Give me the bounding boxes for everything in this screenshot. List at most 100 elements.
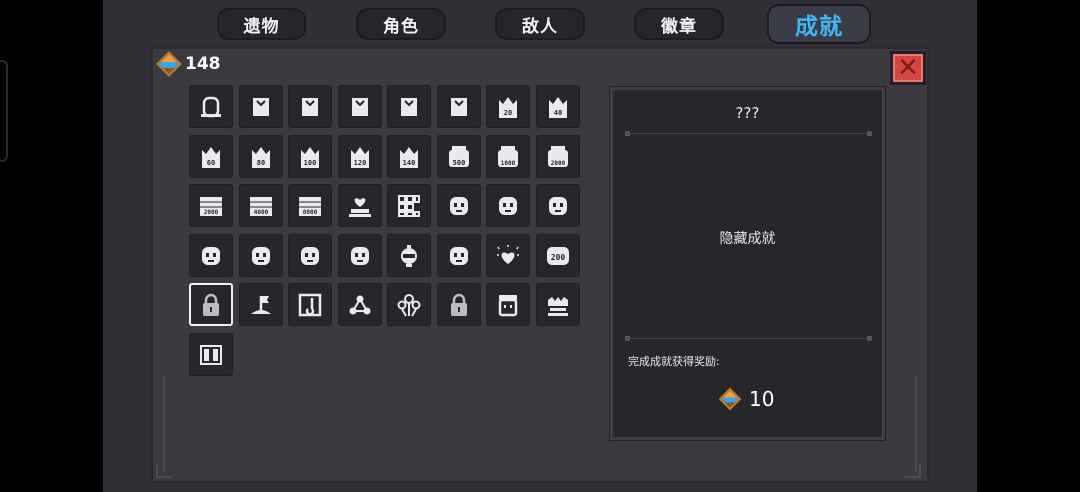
game-screen: 遗物 角色 敌人 徽章 成就 148 ✕ 20 40 60 80 100 120 140 500 100… [0, 0, 1080, 492]
currency-counter: 148 [156, 51, 221, 77]
flowers-icon [396, 292, 422, 318]
door-icon [198, 94, 224, 120]
block-face-icon [248, 243, 274, 269]
achievement-slot[interactable] [338, 283, 382, 326]
achievement-slot[interactable]: 60 [189, 135, 233, 178]
wall-badge-icon: 4000 [248, 193, 274, 219]
jar-face-icon [495, 292, 521, 318]
achievement-slot[interactable]: 500 [437, 135, 481, 178]
achievement-slot[interactable] [239, 85, 283, 128]
achievement-slot[interactable] [536, 184, 580, 227]
achievement-slot[interactable] [189, 85, 233, 128]
tab-5[interactable]: 成就 [767, 4, 871, 44]
achievement-slot[interactable] [387, 234, 431, 277]
achievement-slot[interactable] [387, 283, 431, 326]
achievement-slot[interactable] [437, 184, 481, 227]
crown-badge-icon: 80 [248, 144, 274, 170]
achievement-slot[interactable] [437, 85, 481, 128]
badge-level-3-icon [347, 94, 373, 120]
divider [625, 336, 872, 341]
music-note-icon [297, 292, 323, 318]
svg-text:200: 200 [551, 253, 566, 262]
tab-4[interactable]: 徽章 [634, 8, 724, 40]
svg-text:20: 20 [504, 109, 512, 117]
svg-text:120: 120 [354, 159, 367, 167]
tab-2[interactable]: 角色 [356, 8, 446, 40]
achievement-slot[interactable]: 80 [239, 135, 283, 178]
achievement-slot[interactable] [189, 234, 233, 277]
achievement-slot[interactable] [338, 85, 382, 128]
achievement-slot[interactable]: 20 [486, 85, 530, 128]
achievement-slot[interactable] [189, 283, 233, 326]
hooded-face-icon [297, 243, 323, 269]
achievement-slot[interactable]: 140 [387, 135, 431, 178]
tab-1[interactable]: 遗物 [217, 8, 306, 40]
bearded-face-icon [347, 243, 373, 269]
lock-icon [198, 292, 224, 318]
svg-text:140: 140 [403, 159, 416, 167]
crown-badge-icon: 40 [545, 94, 571, 120]
helmet-face-icon [545, 193, 571, 219]
achievement-slot[interactable] [536, 283, 580, 326]
close-icon: ✕ [897, 53, 919, 83]
achievement-slot[interactable] [387, 184, 431, 227]
wall-badge-icon: 8000 [297, 193, 323, 219]
reward-amount: 10 [749, 387, 775, 411]
heart-altar-icon [347, 193, 373, 219]
svg-text:60: 60 [207, 159, 215, 167]
reward-label: 完成成就获得奖励: [628, 355, 720, 368]
achievement-slot[interactable]: 100 [288, 135, 332, 178]
right-bezel [977, 0, 1080, 492]
counter-badge-icon: 200 [545, 243, 571, 269]
achievement-slot[interactable] [239, 283, 283, 326]
svg-text:500: 500 [453, 159, 466, 167]
crown-badge-icon: 60 [198, 144, 224, 170]
achievement-slot[interactable]: 120 [338, 135, 382, 178]
svg-text:2000: 2000 [551, 160, 566, 167]
castle-icon [545, 292, 571, 318]
wall-badge-icon: 2000 [198, 193, 224, 219]
crown-badge-icon: 20 [495, 94, 521, 120]
achievement-description: 隐藏成就 [719, 231, 776, 247]
achievement-title: ??? [735, 104, 760, 122]
achievement-slot[interactable] [437, 234, 481, 277]
achievement-slot[interactable] [239, 234, 283, 277]
achievement-slot[interactable] [288, 234, 332, 277]
skull-badge-icon: 1000 [495, 144, 521, 170]
achievement-slot[interactable] [338, 234, 382, 277]
close-button[interactable]: ✕ [890, 51, 926, 85]
grid-icon [396, 193, 422, 219]
achievement-slot[interactable]: 8000 [288, 184, 332, 227]
svg-text:1000: 1000 [501, 160, 516, 167]
crown-badge-icon: 120 [347, 144, 373, 170]
achievement-slot[interactable] [288, 85, 332, 128]
badge-level-1-icon [248, 94, 274, 120]
achievement-slot[interactable]: 200 [536, 234, 580, 277]
molecule-icon [347, 292, 373, 318]
achievement-slot[interactable] [288, 283, 332, 326]
achievement-slot[interactable]: 2000 [536, 135, 580, 178]
crown-badge-icon: 140 [396, 144, 422, 170]
reward: 10 [718, 387, 775, 411]
girl-face-icon [495, 193, 521, 219]
achievement-slot[interactable]: 40 [536, 85, 580, 128]
achievement-slot[interactable] [486, 283, 530, 326]
crown-badge-icon: 100 [297, 144, 323, 170]
achievement-slot[interactable] [189, 333, 233, 376]
achievement-slot[interactable] [437, 283, 481, 326]
achievement-detail-panel: ??? 隐藏成就 完成成就获得奖励: 10 [610, 87, 885, 440]
svg-text:100: 100 [304, 159, 317, 167]
double-door-icon [198, 342, 224, 368]
svg-text:40: 40 [554, 109, 562, 117]
achievement-slot[interactable] [338, 184, 382, 227]
left-bezel [0, 0, 103, 492]
achievement-slot[interactable]: 4000 [239, 184, 283, 227]
achievement-slot[interactable] [486, 234, 530, 277]
tab-3[interactable]: 敌人 [495, 8, 585, 40]
achievement-slot[interactable] [387, 85, 431, 128]
glasses-face-icon [446, 243, 472, 269]
achievement-slot[interactable]: 1000 [486, 135, 530, 178]
achievement-slot[interactable]: 2000 [189, 184, 233, 227]
flag-hill-icon [248, 292, 274, 318]
achievement-slot[interactable] [486, 184, 530, 227]
